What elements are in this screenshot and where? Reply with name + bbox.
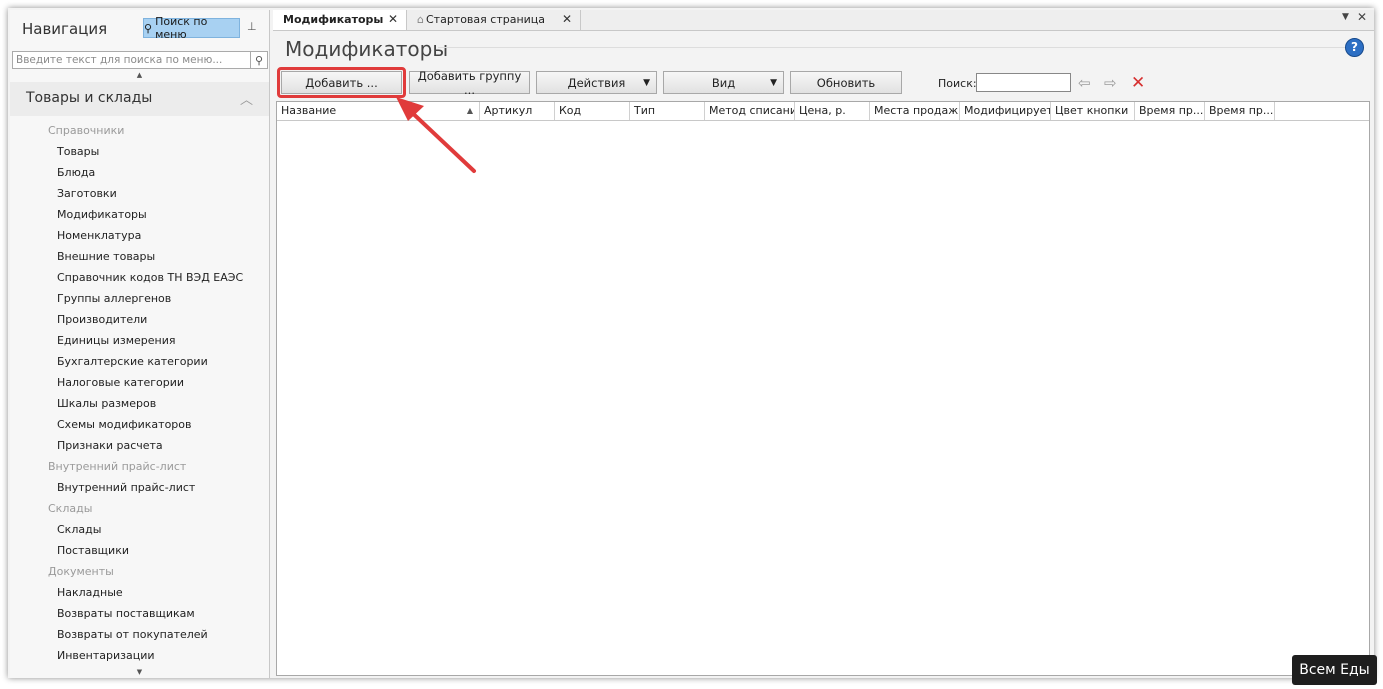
sort-ascending-icon: ▲ (466, 106, 473, 115)
nav-menu-item[interactable]: Налоговые категории (10, 372, 269, 393)
column-header-label: Метод списания (709, 104, 795, 117)
scroll-up-icon[interactable]: ▲ (10, 71, 269, 79)
caret-down-icon: ▼ (643, 77, 650, 88)
actions-button[interactable]: Действия ▼ (536, 71, 657, 94)
navigation-panel: Навигация ⚲ Поиск по меню ⊥ ⚲ ▲ Товары и… (10, 10, 270, 678)
column-header[interactable]: Название ▲ (277, 102, 480, 120)
clear-search-icon[interactable]: ✕ (1131, 73, 1145, 93)
search-icon: ⚲ (144, 21, 153, 35)
nav-group-label: Документы (48, 565, 114, 578)
watermark: Всем Еды (1292, 655, 1377, 685)
column-header-label: Время пр... (1209, 104, 1274, 117)
tab-modifiers[interactable]: Модификаторы ✕ (273, 10, 407, 30)
nav-group-label: Справочники (48, 124, 125, 137)
refresh-button[interactable]: Обновить (790, 71, 902, 94)
nav-menu-item[interactable]: Блюда (10, 162, 269, 183)
column-header[interactable]: Код (555, 102, 630, 120)
nav-menu-item[interactable]: Справочник кодов ТН ВЭД ЕАЭС (10, 267, 269, 288)
nav-menu-item[interactable]: Возвраты поставщикам (10, 603, 269, 624)
title-divider (438, 47, 1358, 48)
column-header[interactable]: Время пр... (1135, 102, 1205, 120)
nav-menu-item[interactable]: Производители (10, 309, 269, 330)
close-icon[interactable]: ✕ (562, 10, 572, 29)
tab-bar: Модификаторы ✕ ⌂ Стартовая страница ✕ (273, 10, 1374, 31)
add-button[interactable]: Добавить ... (281, 71, 402, 94)
nav-menu-item[interactable]: Возвраты от покупателей (10, 624, 269, 645)
column-header-label: Код (559, 104, 582, 117)
tab-start-page[interactable]: ⌂ Стартовая страница ✕ (407, 10, 581, 30)
add-group-button[interactable]: Добавить группу ... (409, 69, 530, 97)
nav-group-label: Внутренний прайс-лист (48, 460, 187, 473)
nav-list: Справочники Товары Блюда Заготовки Модификат… (10, 120, 269, 666)
column-header-label: Цена, р. (799, 104, 846, 117)
nav-group-label: Склады (48, 502, 93, 515)
column-header[interactable]: Метод списания (705, 102, 795, 120)
tab-label: Модификаторы (283, 13, 384, 26)
nav-title: Навигация (22, 20, 108, 38)
column-header-label: Название (281, 104, 337, 117)
column-header[interactable]: Места продаж (870, 102, 960, 120)
tabs-dropdown-icon[interactable]: ▼ (1342, 12, 1349, 22)
nav-menu-item[interactable]: Поставщики (10, 540, 269, 561)
nav-menu-item[interactable]: Накладные (10, 582, 269, 603)
search-menu-button[interactable]: ⚲ Поиск по меню (143, 15, 240, 41)
nav-menu-item[interactable]: Товары (10, 141, 269, 162)
chevron-up-icon[interactable]: ︿ (240, 89, 253, 108)
actions-label: Действия (567, 75, 626, 90)
view-label: Вид (711, 75, 736, 90)
column-header[interactable]: Цена, р. (795, 102, 870, 120)
nav-menu-item[interactable]: Бухгалтерские категории (10, 351, 269, 372)
column-header[interactable]: Модифицирует (960, 102, 1051, 120)
caret-down-icon: ▼ (770, 77, 777, 88)
nav-menu-item[interactable]: Внешние товары (10, 246, 269, 267)
modifiers-table: Название ▲ Артикул Код Тип Метод списания Цена… (276, 101, 1370, 676)
column-header[interactable]: Время пр... (1205, 102, 1275, 120)
nav-menu-item[interactable]: Номенклатура (10, 225, 269, 246)
nav-menu-item[interactable]: Шкалы размеров (10, 393, 269, 414)
help-icon[interactable]: ? (1345, 38, 1364, 57)
nav-header: Навигация ⚲ Поиск по меню ⊥ (10, 10, 269, 48)
view-button[interactable]: Вид ▼ (663, 71, 784, 94)
search-input[interactable] (976, 73, 1071, 92)
nav-menu-item[interactable]: Заготовки (10, 183, 269, 204)
arrow-left-icon[interactable]: ⇦ (1078, 74, 1091, 92)
pin-icon[interactable]: ⊥ (247, 20, 257, 33)
nav-search-input[interactable] (12, 51, 251, 69)
search-label: Поиск: (938, 77, 977, 90)
column-header-label: Цвет кнопки (1055, 104, 1129, 117)
nav-menu-item[interactable]: Схемы модификаторов (10, 414, 269, 435)
column-header[interactable]: Артикул (480, 102, 555, 120)
nav-menu-item[interactable]: Группы аллергенов (10, 288, 269, 309)
column-header-label: Места продаж (874, 104, 959, 117)
nav-section-title: Товары и склады (26, 90, 153, 106)
close-icon[interactable]: ✕ (388, 10, 398, 29)
nav-menu-item[interactable]: Признаки расчета (10, 435, 269, 456)
arrow-right-icon[interactable]: ⇨ (1104, 74, 1117, 92)
scroll-down-icon[interactable]: ▼ (10, 668, 269, 676)
column-header-label: Артикул (484, 104, 533, 117)
nav-section-goods-warehouses[interactable]: Товары и склады ︿ (10, 82, 269, 116)
column-header[interactable]: Цвет кнопки (1051, 102, 1135, 120)
home-icon: ⌂ (417, 13, 424, 26)
search-icon[interactable]: ⚲ (251, 51, 268, 69)
column-header-label: Тип (634, 104, 656, 117)
nav-menu-item[interactable]: Внутренний прайс-лист (10, 477, 269, 498)
close-all-icon[interactable]: ✕ (1357, 10, 1367, 24)
nav-menu-item[interactable]: Склады (10, 519, 269, 540)
main-content: Модификаторы ? Добавить ... Добавить гру… (273, 31, 1374, 678)
nav-menu-item[interactable]: Модификаторы (10, 204, 269, 225)
column-header[interactable]: Тип (630, 102, 705, 120)
tab-label: Стартовая страница (425, 13, 546, 26)
column-header-label: Модифицирует (964, 104, 1051, 117)
page-title: Модификаторы (285, 37, 449, 61)
table-header: Название ▲ Артикул Код Тип Метод списания Цена… (277, 102, 1369, 121)
search-menu-label: Поиск по меню (155, 15, 208, 41)
nav-menu-item[interactable]: Единицы измерения (10, 330, 269, 351)
nav-menu-item[interactable]: Инвентаризации (10, 645, 269, 666)
column-header-label: Время пр... (1139, 104, 1204, 117)
